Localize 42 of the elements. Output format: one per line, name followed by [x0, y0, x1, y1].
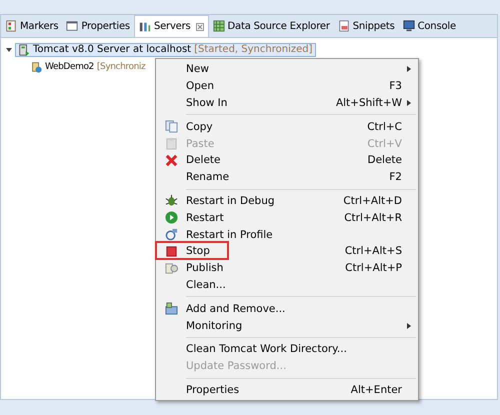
menu-item[interactable]: Clean...: [158, 276, 416, 294]
view-tab[interactable]: Console: [398, 15, 460, 37]
datasource-icon: [212, 20, 225, 32]
menu-item[interactable]: Stop Ctrl+Alt+S: [158, 242, 416, 260]
profile-icon: [164, 228, 178, 242]
tree-item[interactable]: WebDemo2 [Synchroniz: [27, 60, 148, 74]
menu-item[interactable]: Restart in Debug Ctrl+Alt+D: [158, 192, 416, 210]
snippets-icon: [338, 20, 350, 32]
view-tab[interactable]: Snippets: [334, 15, 399, 37]
view-tab[interactable]: Servers: [134, 15, 209, 37]
menu-item[interactable]: Restart in Profile: [158, 226, 416, 243]
menu-item[interactable]: Monitoring: [158, 317, 416, 334]
markers-icon: [5, 20, 17, 32]
delete-icon: [164, 154, 178, 167]
menu-item[interactable]: Restart Ctrl+Alt+R: [158, 209, 416, 226]
console-icon: [402, 20, 415, 32]
menu-item[interactable]: Open F3: [158, 78, 416, 95]
publish-icon: [164, 262, 178, 275]
servers-icon: [138, 20, 151, 32]
restart-icon: [164, 211, 178, 224]
addremove-icon: [164, 302, 178, 316]
view-tab[interactable]: Markers: [1, 15, 62, 37]
menu-item[interactable]: Publish Ctrl+Alt+P: [158, 260, 416, 277]
view-tab[interactable]: Properties: [62, 15, 134, 37]
properties-icon: [66, 20, 78, 32]
close-icon[interactable]: [196, 22, 204, 30]
module-icon: [30, 60, 42, 72]
menu-item[interactable]: Properties Alt+Enter: [158, 382, 416, 398]
menu-item[interactable]: New: [158, 61, 416, 78]
menu-item[interactable]: Copy Ctrl+C: [158, 118, 416, 136]
paste-icon: [164, 137, 178, 150]
menu-item[interactable]: Delete Delete: [158, 152, 416, 169]
debug-icon: [164, 194, 178, 208]
tree-item[interactable]: Tomcat v8.0 Server at localhost [Started, Synchronized]: [15, 42, 316, 56]
copy-icon: [164, 120, 178, 134]
menu-item[interactable]: Clean Tomcat Work Directory...: [158, 340, 416, 358]
menu-item[interactable]: Rename F2: [158, 168, 416, 186]
view-tab[interactable]: Data Source Explorer: [208, 15, 334, 37]
server-icon: [18, 44, 30, 56]
stop-icon: [164, 244, 178, 258]
menu-item[interactable]: Show In Alt+Shift+W: [158, 94, 416, 112]
menu-item[interactable]: Add and Remove...: [158, 300, 416, 318]
